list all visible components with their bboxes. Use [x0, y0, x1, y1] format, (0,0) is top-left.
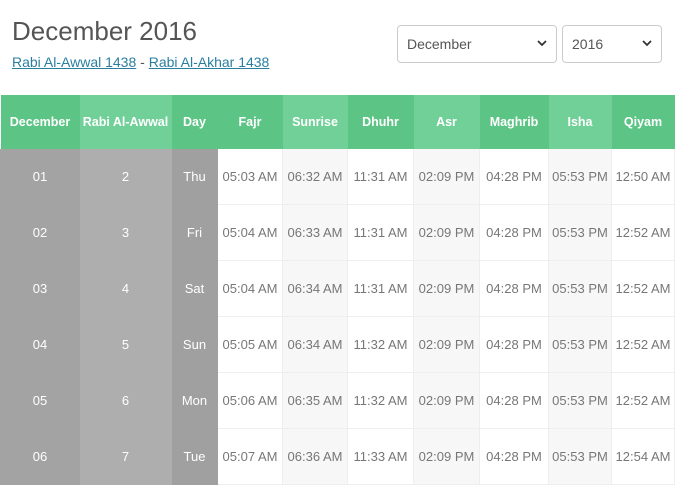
- sunrise-time-cell: 06:34 AM: [282, 316, 348, 373]
- sunrise-time-cell: 06:36 AM: [282, 428, 348, 485]
- dhuhr-time-cell: 11:31 AM: [347, 260, 414, 317]
- table-row: 05 6 Mon 05:06 AM 06:35 AM 11:32 AM 02:09 PM 04…: [0, 372, 675, 429]
- maghrib-time-cell: 04:28 PM: [479, 316, 549, 373]
- fajr-time-cell: 05:07 AM: [217, 428, 283, 485]
- fajr-time-cell: 05:06 AM: [217, 372, 283, 429]
- gregorian-date-cell: 03: [0, 260, 80, 317]
- qiyam-time-cell: 12:50 AM: [611, 149, 675, 205]
- fajr-time-cell: 05:04 AM: [217, 260, 283, 317]
- asr-time-cell: 02:09 PM: [413, 372, 480, 429]
- table-row: 01 2 Thu 05:03 AM 06:32 AM 11:31 AM 02:09 PM 04…: [0, 149, 675, 205]
- hijri-separator: -: [136, 54, 149, 70]
- hijri-date-cell: 4: [79, 260, 172, 317]
- maghrib-time-cell: 04:28 PM: [479, 260, 549, 317]
- hijri-date-cell: 7: [79, 428, 172, 485]
- weekday-cell: Thu: [171, 149, 218, 205]
- maghrib-time-cell: 04:28 PM: [479, 428, 549, 485]
- hijri-date-cell: 2: [79, 149, 172, 205]
- asr-time-cell: 02:09 PM: [413, 260, 480, 317]
- col-header-fajr: Fajr: [217, 95, 283, 149]
- qiyam-time-cell: 12:52 AM: [611, 260, 675, 317]
- dhuhr-time-cell: 11:32 AM: [347, 372, 414, 429]
- isha-time-cell: 05:53 PM: [548, 428, 612, 485]
- table-row: 02 3 Fri 05:04 AM 06:33 AM 11:31 AM 02:09 PM 04…: [0, 204, 675, 261]
- asr-time-cell: 02:09 PM: [413, 428, 480, 485]
- table-header-row: December Rabi Al-Awwal Day Fajr Sunrise …: [0, 95, 675, 149]
- maghrib-time-cell: 04:28 PM: [479, 149, 549, 205]
- table-row: 06 7 Tue 05:07 AM 06:36 AM 11:33 AM 02:09 PM 04…: [0, 428, 675, 485]
- col-header-hijri: Rabi Al-Awwal: [79, 95, 172, 149]
- gregorian-date-cell: 04: [0, 316, 80, 373]
- maghrib-time-cell: 04:28 PM: [479, 372, 549, 429]
- weekday-cell: Sun: [171, 316, 218, 373]
- table-row: 04 5 Sun 05:05 AM 06:34 AM 11:32 AM 02:09 PM 04…: [0, 316, 675, 373]
- hijri-months: Rabi Al-Awwal 1438 - Rabi Al-Akhar 1438: [12, 54, 269, 70]
- weekday-cell: Fri: [171, 204, 218, 261]
- chevron-down-icon: [537, 40, 547, 47]
- hijri-date-cell: 3: [79, 204, 172, 261]
- isha-time-cell: 05:53 PM: [548, 204, 612, 261]
- fajr-time-cell: 05:05 AM: [217, 316, 283, 373]
- qiyam-time-cell: 12:52 AM: [611, 204, 675, 261]
- col-header-maghrib: Maghrib: [479, 95, 549, 149]
- col-header-sunrise: Sunrise: [282, 95, 348, 149]
- month-select[interactable]: December: [397, 25, 557, 63]
- dhuhr-time-cell: 11:33 AM: [347, 428, 414, 485]
- asr-time-cell: 02:09 PM: [413, 316, 480, 373]
- dhuhr-time-cell: 11:31 AM: [347, 149, 414, 205]
- sunrise-time-cell: 06:33 AM: [282, 204, 348, 261]
- prayer-times-table: December Rabi Al-Awwal Day Fajr Sunrise …: [0, 95, 675, 485]
- dhuhr-time-cell: 11:32 AM: [347, 316, 414, 373]
- year-select-value: 2016: [572, 36, 604, 52]
- col-header-qiyam: Qiyam: [611, 95, 675, 149]
- hijri-date-cell: 6: [79, 372, 172, 429]
- weekday-cell: Sat: [171, 260, 218, 317]
- gregorian-date-cell: 02: [0, 204, 80, 261]
- isha-time-cell: 05:53 PM: [548, 316, 612, 373]
- weekday-cell: Mon: [171, 372, 218, 429]
- year-select[interactable]: 2016: [562, 25, 662, 63]
- chevron-down-icon: [642, 40, 652, 47]
- gregorian-date-cell: 06: [0, 428, 80, 485]
- isha-time-cell: 05:53 PM: [548, 149, 612, 205]
- hijri-month-link-1[interactable]: Rabi Al-Awwal 1438: [12, 54, 136, 70]
- table-row: 03 4 Sat 05:04 AM 06:34 AM 11:31 AM 02:09 PM 04…: [0, 260, 675, 317]
- month-select-value: December: [407, 36, 472, 52]
- dhuhr-time-cell: 11:31 AM: [347, 204, 414, 261]
- page-title: December 2016: [12, 16, 197, 46]
- fajr-time-cell: 05:04 AM: [217, 204, 283, 261]
- isha-time-cell: 05:53 PM: [548, 372, 612, 429]
- hijri-date-cell: 5: [79, 316, 172, 373]
- col-header-dhuhr: Dhuhr: [347, 95, 414, 149]
- weekday-cell: Tue: [171, 428, 218, 485]
- isha-time-cell: 05:53 PM: [548, 260, 612, 317]
- qiyam-time-cell: 12:54 AM: [611, 428, 675, 485]
- col-header-gregorian: December: [0, 95, 80, 149]
- col-header-isha: Isha: [548, 95, 612, 149]
- hijri-month-link-2[interactable]: Rabi Al-Akhar 1438: [149, 54, 270, 70]
- asr-time-cell: 02:09 PM: [413, 149, 480, 205]
- gregorian-date-cell: 05: [0, 372, 80, 429]
- gregorian-date-cell: 01: [0, 149, 80, 205]
- col-header-asr: Asr: [413, 95, 480, 149]
- sunrise-time-cell: 06:35 AM: [282, 372, 348, 429]
- qiyam-time-cell: 12:52 AM: [611, 316, 675, 373]
- asr-time-cell: 02:09 PM: [413, 204, 480, 261]
- fajr-time-cell: 05:03 AM: [217, 149, 283, 205]
- qiyam-time-cell: 12:52 AM: [611, 372, 675, 429]
- maghrib-time-cell: 04:28 PM: [479, 204, 549, 261]
- sunrise-time-cell: 06:32 AM: [282, 149, 348, 205]
- sunrise-time-cell: 06:34 AM: [282, 260, 348, 317]
- col-header-day: Day: [171, 95, 218, 149]
